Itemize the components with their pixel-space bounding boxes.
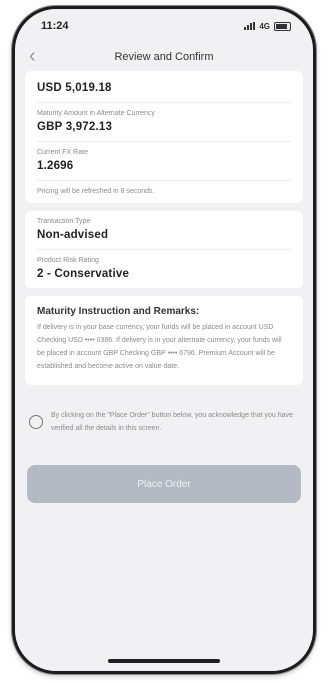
risk-rating-label: Product Risk Rating	[37, 257, 99, 264]
fx-rate-label: Current FX Rate	[37, 149, 88, 156]
place-order-button[interactable]: Place Order	[27, 465, 301, 503]
risk-rating-value: 2 - Conservative	[37, 268, 130, 280]
fx-rate-row: Current FX Rate 1.2696	[37, 142, 291, 181]
risk-rating-row: Product Risk Rating 2 - Conservative	[37, 250, 291, 288]
remarks-card: Maturity Instruction and Remarks: If del…	[25, 296, 303, 385]
consent-radio[interactable]	[29, 415, 43, 429]
battery-icon	[274, 21, 291, 31]
maturity-alt-value: GBP 3,972.13	[37, 121, 113, 133]
status-icons: 4G	[244, 21, 291, 31]
transaction-type-value: Non-advised	[37, 229, 109, 241]
transaction-type-label: Transaction Type	[37, 218, 91, 225]
maturity-alt-row: Maturity Amount in Alternate Currency GB…	[37, 103, 291, 142]
pricing-note-row: Pricing will be refreshed in 8 seconds.	[37, 181, 291, 203]
remarks-title: Maturity Instruction and Remarks:	[37, 306, 200, 317]
status-bar: 11:24 4G	[15, 9, 313, 43]
order-summary-card: USD 5,019.18 Maturity Amount in Alternat…	[25, 71, 303, 203]
consent-text: By clicking on the "Place Order" button …	[51, 412, 293, 432]
back-arrow-icon[interactable]: ‹	[29, 45, 36, 68]
pricing-note: Pricing will be refreshed in 8 seconds.	[37, 188, 155, 195]
page-title: Review and Confirm	[114, 51, 214, 63]
signal-icon	[244, 22, 256, 30]
maturity-alt-label: Maturity Amount in Alternate Currency	[37, 110, 155, 117]
remarks-body: If delivery is in your base currency, yo…	[37, 324, 282, 370]
transaction-card: Transaction Type Non-advised Product Ris…	[25, 211, 303, 288]
network-label: 4G	[259, 21, 270, 31]
phone-frame: 11:24 4G ‹ Review and Confirm USD 5,019.…	[12, 6, 316, 674]
amount-row: USD 5,019.18	[37, 75, 291, 103]
nav-bar: ‹ Review and Confirm	[15, 43, 313, 71]
amount-value: USD 5,019.18	[37, 82, 112, 94]
fx-rate-value: 1.2696	[37, 160, 74, 172]
transaction-type-row: Transaction Type Non-advised	[37, 211, 291, 250]
status-time: 11:24	[41, 20, 69, 32]
home-indicator	[108, 659, 220, 663]
consent-row: By clicking on the "Place Order" button …	[29, 409, 299, 435]
